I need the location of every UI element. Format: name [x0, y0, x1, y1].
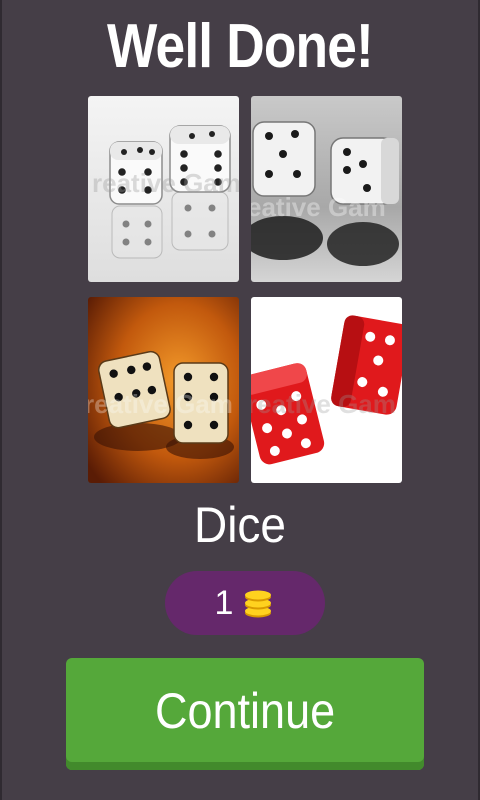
- image-grid: reative Gam eative Gam reative Gam reati…: [88, 96, 402, 484]
- reward-count: 1: [214, 584, 234, 622]
- watermark-text: eative Gam: [251, 192, 386, 222]
- puzzle-image-2: eative Gam: [251, 96, 402, 282]
- dice-image-4: reative Gam: [251, 297, 402, 483]
- coins-icon: [245, 590, 272, 618]
- dice-image-3: reative Gam: [88, 297, 239, 483]
- answer-word: Dice: [193, 497, 287, 553]
- continue-button[interactable]: Continue: [66, 658, 424, 770]
- watermark-text: reative Gam: [251, 389, 396, 419]
- dice-image-2: eative Gam: [251, 96, 402, 282]
- watermark-text: reative Gam: [92, 168, 239, 198]
- dice-image-1: reative Gam: [88, 96, 239, 282]
- watermark-text: reative Gam: [88, 389, 233, 419]
- continue-button-label: Continue: [154, 683, 336, 739]
- reward-badge: 1: [165, 571, 325, 635]
- level-complete-screen: Well Done! reative Gam eative Gam reativ…: [0, 0, 480, 800]
- puzzle-image-4: reative Gam: [251, 297, 402, 483]
- page-title: Well Done!: [107, 12, 374, 81]
- puzzle-image-1: reative Gam: [88, 96, 239, 282]
- puzzle-image-3: reative Gam: [88, 297, 239, 483]
